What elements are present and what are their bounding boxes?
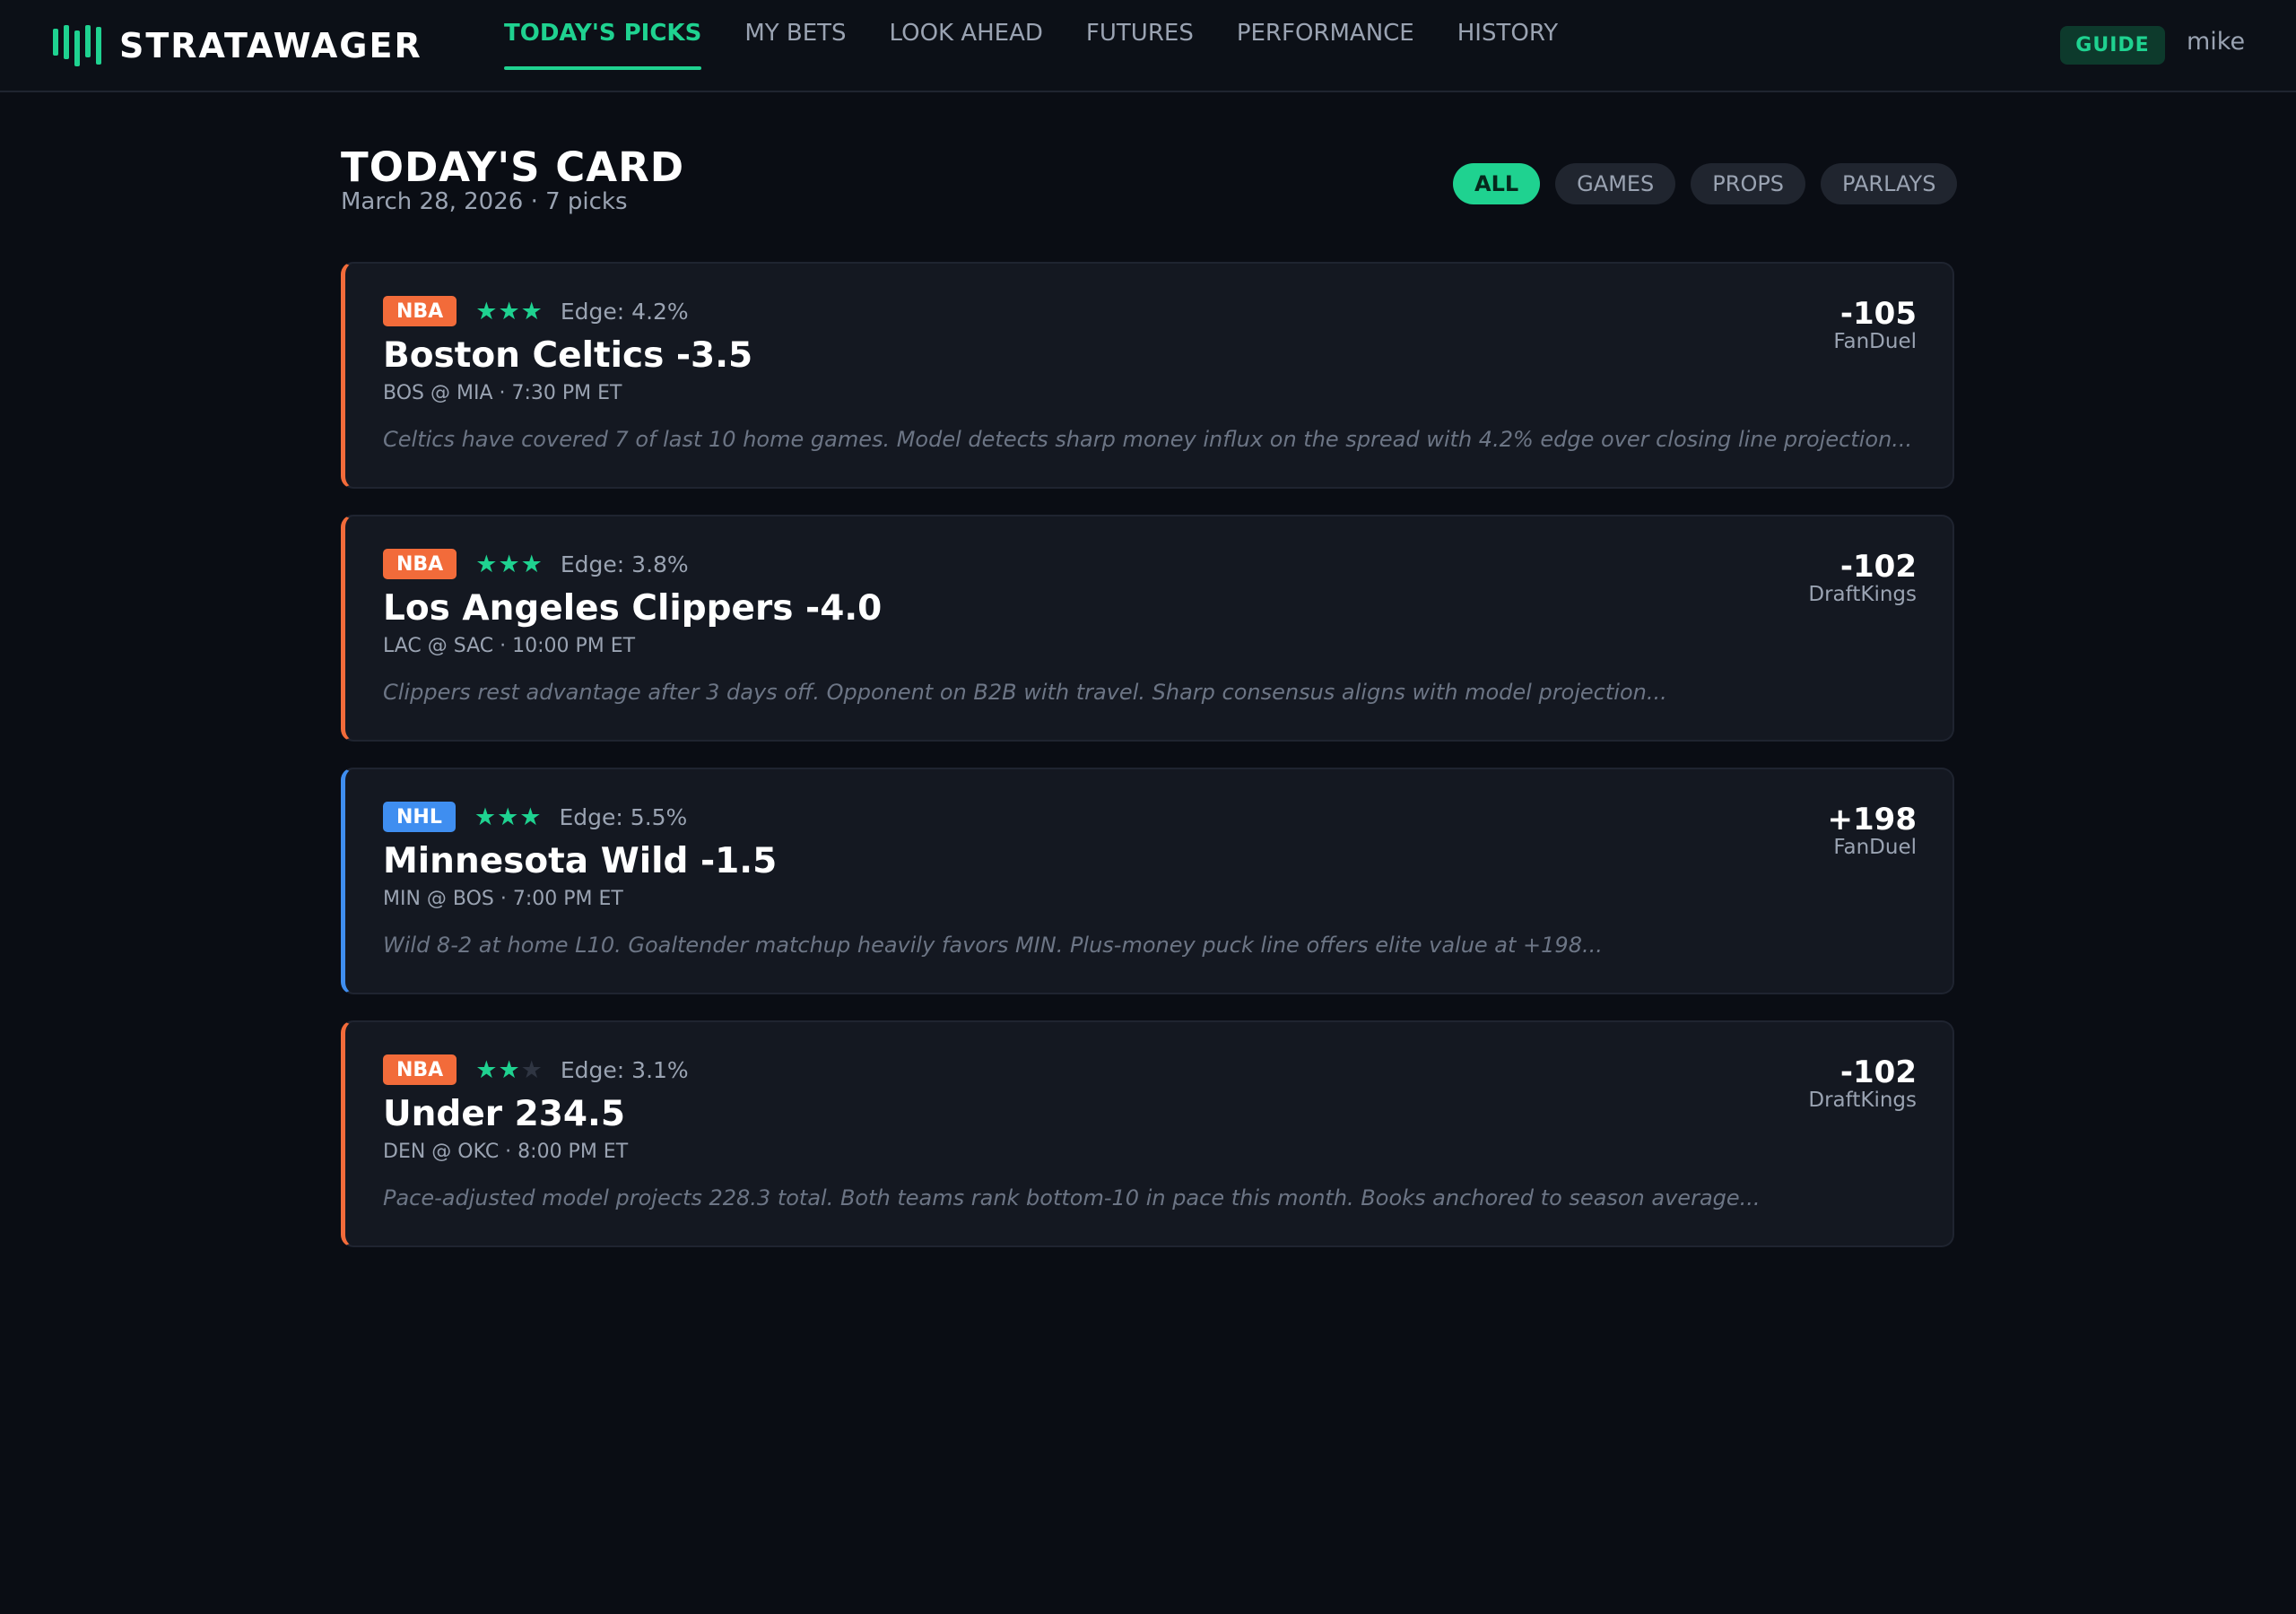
star-filled-icon: ★	[497, 803, 520, 831]
pick-analysis: Celtics have covered 7 of last 10 home g…	[383, 427, 1913, 452]
matchup: LAC @ SAC · 10:00 PM ET	[383, 635, 636, 657]
pick-title: Under 234.5	[383, 1094, 625, 1134]
pick-meta: NBA ★★★ Edge: 3.8%	[383, 549, 689, 579]
star-filled-icon: ★	[520, 297, 544, 325]
pick-card[interactable]: NBA ★★★ Edge: 3.1% Under 234.5 DEN @ OKC…	[341, 1020, 1954, 1247]
pick-title: Minnesota Wild -1.5	[383, 841, 778, 881]
rating-stars: ★★★	[475, 551, 544, 578]
star-filled-icon: ★	[475, 1055, 499, 1084]
edge-value: Edge: 3.8%	[560, 551, 689, 577]
star-filled-icon: ★	[498, 550, 521, 578]
league-badge: NHL	[383, 802, 456, 832]
star-filled-icon: ★	[475, 297, 499, 325]
pick-analysis: Clippers rest advantage after 3 days off…	[383, 680, 1667, 705]
page-subtitle: March 28, 2026 · 7 picks	[341, 188, 628, 215]
star-filled-icon: ★	[520, 550, 544, 578]
matchup: BOS @ MIA · 7:30 PM ET	[383, 382, 622, 404]
star-filled-icon: ★	[519, 803, 543, 831]
nav-tabs: TODAY'S PICKS MY BETS LOOK AHEAD FUTURES…	[504, 0, 1601, 92]
star-filled-icon: ★	[498, 297, 521, 325]
star-filled-icon: ★	[474, 803, 498, 831]
pick-card[interactable]: NHL ★★★ Edge: 5.5% Minnesota Wild -1.5 M…	[341, 768, 1954, 994]
sportsbook: DraftKings	[1808, 1089, 1917, 1112]
pick-analysis: Pace-adjusted model projects 228.3 total…	[383, 1185, 1761, 1210]
pick-meta: NHL ★★★ Edge: 5.5%	[383, 802, 687, 832]
matchup: DEN @ OKC · 8:00 PM ET	[383, 1141, 629, 1163]
brand[interactable]: STRATAWAGER	[53, 25, 422, 66]
tab-futures[interactable]: FUTURES	[1086, 0, 1194, 70]
odds: -102	[1839, 549, 1917, 585]
pick-card[interactable]: NBA ★★★ Edge: 3.8% Los Angeles Clippers …	[341, 515, 1954, 742]
pick-list: NBA ★★★ Edge: 4.2% Boston Celtics -3.5 B…	[341, 262, 1954, 1273]
pick-title: Los Angeles Clippers -4.0	[383, 588, 883, 629]
league-badge: NBA	[383, 296, 457, 326]
filter-props[interactable]: PROPS	[1691, 163, 1806, 204]
tab-history[interactable]: HISTORY	[1457, 0, 1558, 70]
filter-all[interactable]: ALL	[1453, 163, 1541, 204]
filter-games[interactable]: GAMES	[1555, 163, 1676, 204]
sportsbook: FanDuel	[1833, 836, 1917, 859]
rating-stars: ★★★	[474, 803, 543, 831]
odds: -105	[1839, 296, 1917, 332]
page-title: TODAY'S CARD	[341, 143, 685, 191]
league-badge: NBA	[383, 1054, 457, 1085]
edge-value: Edge: 3.1%	[560, 1056, 689, 1083]
league-badge: NBA	[383, 549, 457, 579]
pick-meta: NBA ★★★ Edge: 4.2%	[383, 296, 689, 326]
edge-value: Edge: 4.2%	[560, 298, 689, 325]
odds: +198	[1827, 802, 1917, 837]
tab-my-bets[interactable]: MY BETS	[744, 0, 846, 70]
pick-meta: NBA ★★★ Edge: 3.1%	[383, 1054, 689, 1085]
tab-look-ahead[interactable]: LOOK AHEAD	[890, 0, 1043, 70]
edge-value: Edge: 5.5%	[559, 803, 688, 830]
pick-title: Boston Celtics -3.5	[383, 335, 753, 376]
rating-stars: ★★★	[475, 1056, 544, 1084]
rating-stars: ★★★	[475, 298, 544, 325]
filter-parlays[interactable]: PARLAYS	[1821, 163, 1958, 204]
odds: -102	[1839, 1054, 1917, 1090]
user-menu[interactable]: mike	[2187, 28, 2245, 56]
bars-logo-icon	[53, 25, 101, 66]
guide-button[interactable]: GUIDE	[2060, 26, 2165, 65]
pick-analysis: Wild 8-2 at home L10. Goaltender matchup…	[383, 933, 1603, 958]
matchup: MIN @ BOS · 7:00 PM ET	[383, 888, 623, 910]
star-filled-icon: ★	[475, 550, 499, 578]
top-nav: STRATAWAGER TODAY'S PICKS MY BETS LOOK A…	[0, 0, 2296, 92]
brand-name: STRATAWAGER	[119, 26, 422, 65]
pick-card[interactable]: NBA ★★★ Edge: 4.2% Boston Celtics -3.5 B…	[341, 262, 1954, 489]
star-empty-icon: ★	[520, 1055, 544, 1084]
tab-todays-picks[interactable]: TODAY'S PICKS	[504, 0, 702, 70]
filter-pills: ALL GAMES PROPS PARLAYS	[1453, 163, 1958, 204]
sportsbook: FanDuel	[1833, 330, 1917, 353]
star-filled-icon: ★	[498, 1055, 521, 1084]
sportsbook: DraftKings	[1808, 583, 1917, 606]
tab-performance[interactable]: PERFORMANCE	[1237, 0, 1414, 70]
